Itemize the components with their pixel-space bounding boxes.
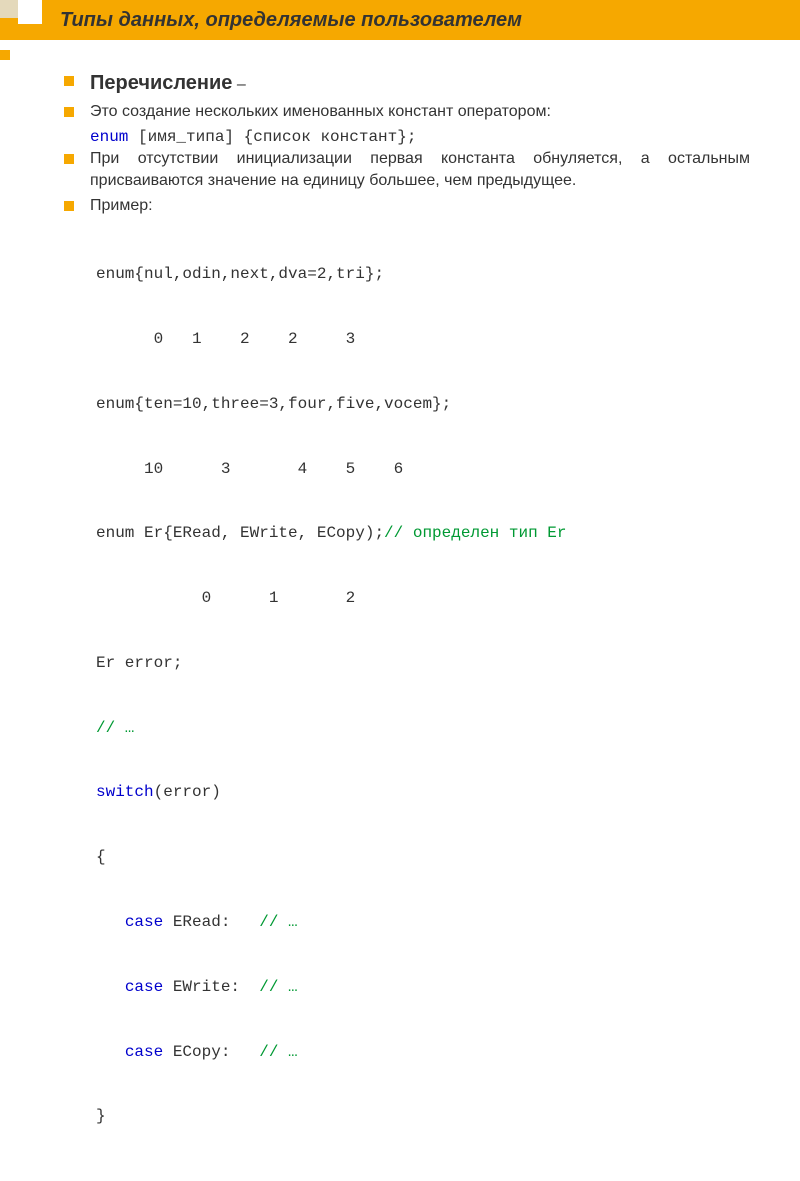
code-line: case ECopy: // … bbox=[96, 1042, 750, 1064]
code-line: enum{nul,odin,next,dva=2,tri}; bbox=[96, 264, 750, 286]
bullet-item: Это создание нескольких именованных конс… bbox=[64, 101, 750, 123]
bullet-icon bbox=[64, 107, 74, 117]
code-line: switch(error) bbox=[96, 782, 750, 804]
code-block: enum{nul,odin,next,dva=2,tri}; 0 1 2 2 3… bbox=[96, 221, 750, 1171]
bullet-icon bbox=[64, 201, 74, 211]
enum-heading-suffix: – bbox=[232, 76, 245, 93]
code-line: case EWrite: // … bbox=[96, 977, 750, 999]
bullet-text: Пример: bbox=[90, 195, 750, 217]
bullet-item: Пример: bbox=[64, 195, 750, 217]
code-line: case ERead: // … bbox=[96, 912, 750, 934]
code-line: } bbox=[96, 1106, 750, 1128]
code-line: 10 3 4 5 6 bbox=[96, 459, 750, 481]
bullet-item: Перечисление – bbox=[64, 70, 750, 97]
code-line: 0 1 2 bbox=[96, 588, 750, 610]
bullet-item: При отсутствии инициализации первая конс… bbox=[64, 148, 750, 191]
code-line: 0 1 2 2 3 bbox=[96, 329, 750, 351]
bullet-icon bbox=[64, 154, 74, 164]
code-line: Er error; bbox=[96, 653, 750, 675]
slide-content: Перечисление – Это создание нескольких и… bbox=[0, 40, 800, 1181]
bullet-text: Это создание нескольких именованных конс… bbox=[90, 101, 750, 123]
code-line: { bbox=[96, 847, 750, 869]
title-bar: Типы данных, определяемые пользователем bbox=[0, 0, 800, 40]
code-line: enum Er{ERead, EWrite, ECopy);// определ… bbox=[96, 523, 750, 545]
code-line: // … bbox=[96, 718, 750, 740]
slide-title: Типы данных, определяемые пользователем bbox=[60, 9, 522, 32]
bullet-icon bbox=[64, 76, 74, 86]
syntax-line: enum [имя_типа] {список констант}; bbox=[90, 127, 750, 149]
bullet-text: При отсутствии инициализации первая конс… bbox=[90, 148, 750, 191]
enum-heading: Перечисление bbox=[90, 72, 232, 94]
code-line: enum{ten=10,three=3,four,five,vocem}; bbox=[96, 394, 750, 416]
